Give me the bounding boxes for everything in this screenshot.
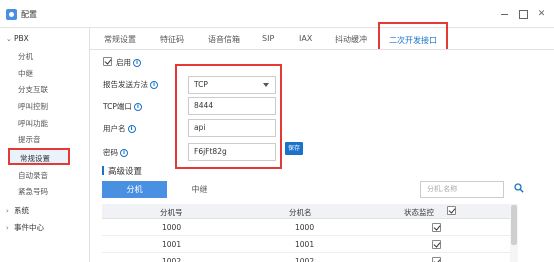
search-icon[interactable] <box>514 183 524 193</box>
password-row: 密码 i <box>103 147 128 158</box>
port-row: TCP端口 i <box>103 101 142 112</box>
password-label: 密码 <box>103 148 118 157</box>
tab-general[interactable]: 常规设置 <box>104 34 136 45</box>
sidebar-group-label: PBX <box>14 34 29 43</box>
username-label: 用户名 <box>103 124 126 133</box>
info-icon[interactable]: i <box>150 81 158 89</box>
tab-voicemail[interactable]: 语音信箱 <box>208 34 240 45</box>
tab-jitter-buffer[interactable]: 抖动缓冲 <box>335 34 367 45</box>
sidebar-item-call-control[interactable]: 呼叫控制 <box>18 101 48 112</box>
tab-sip[interactable]: SIP <box>262 34 274 43</box>
minimize-button[interactable] <box>498 8 511 20</box>
sidebar-item-general-settings[interactable]: 常规设置 <box>8 148 70 165</box>
column-header-ext: 分机号 <box>160 208 183 217</box>
row-ext: 1001 <box>162 240 182 249</box>
subtab-extension[interactable]: 分机 <box>102 181 167 198</box>
sidebar-item-branch[interactable]: 分支互联 <box>18 84 48 95</box>
chevron-right-icon: › <box>6 224 9 232</box>
info-icon[interactable]: i <box>133 103 142 111</box>
sidebar-item-prompts[interactable]: 提示音 <box>18 134 41 145</box>
api-settings-panel: 启用 i 报告发送方法 i TCP TCP端口 i 8444 用户名 i api 密码 i… <box>90 50 554 262</box>
save-button[interactable]: 保存 <box>285 142 303 155</box>
sidebar-group-pbx[interactable]: ⌄ PBX <box>6 34 29 43</box>
close-button[interactable]: ✕ <box>535 8 548 20</box>
method-row: 报告发送方法 i <box>103 79 158 90</box>
sidebar-group-label: 系统 <box>14 206 29 215</box>
maximize-button[interactable] <box>516 8 529 20</box>
sidebar-item-emergency[interactable]: 紧急号码 <box>18 186 48 197</box>
row-ext: 1002 <box>162 257 182 262</box>
chevron-right-icon: › <box>6 207 9 215</box>
row-name: 1001 <box>295 240 315 249</box>
sidebar-group-system[interactable]: › 系统 <box>6 205 29 216</box>
advanced-settings-title: 高级设置 <box>102 165 142 177</box>
tab-feature-codes[interactable]: 特征码 <box>160 34 184 45</box>
sidebar: ⌄ PBX 分机 中继 分支互联 呼叫控制 呼叫功能 提示音 常规设置 自动录音 … <box>0 28 90 262</box>
sidebar-item-trunk[interactable]: 中继 <box>18 68 33 79</box>
method-label: 报告发送方法 <box>103 80 148 89</box>
subtab-trunk[interactable]: 中继 <box>167 181 232 198</box>
scrollbar-thumb[interactable] <box>511 205 517 245</box>
table-scrollbar[interactable] <box>510 204 518 262</box>
table-row: 1002 1002 <box>102 253 510 262</box>
table-row: 1000 1000 <box>102 219 510 236</box>
window-title: 配置 <box>21 10 37 19</box>
title-bar: 配置 ✕ <box>0 0 554 28</box>
search-input[interactable]: 分机,名称 <box>420 181 504 198</box>
enable-checkbox[interactable] <box>103 57 112 66</box>
table-row: 1001 1001 <box>102 236 510 253</box>
chevron-down-icon: ⌄ <box>6 35 12 43</box>
enable-label: 启用 <box>116 58 131 67</box>
sidebar-group-label: 事件中心 <box>14 223 44 232</box>
row-monitor-checkbox[interactable] <box>432 257 441 262</box>
column-header-name: 分机名 <box>289 208 312 217</box>
column-header-monitor: 状态监控 <box>404 208 434 217</box>
row-monitor-checkbox[interactable] <box>432 240 441 249</box>
row-name: 1000 <box>295 223 315 232</box>
row-name: 1002 <box>295 257 315 262</box>
info-icon[interactable]: i <box>127 125 136 133</box>
port-label: TCP端口 <box>103 102 132 111</box>
username-row: 用户名 i <box>103 123 136 134</box>
tab-iax[interactable]: IAX <box>299 34 312 43</box>
monitor-all-checkbox[interactable] <box>447 206 456 215</box>
app-gear-icon <box>6 9 17 20</box>
table-header: 分机号 分机名 状态监控 <box>102 204 510 219</box>
sidebar-item-auto-record[interactable]: 自动录音 <box>18 170 48 181</box>
form-highlight-box <box>175 64 282 169</box>
sidebar-item-call-features[interactable]: 呼叫功能 <box>18 118 48 129</box>
sidebar-item-extension[interactable]: 分机 <box>18 51 33 62</box>
info-icon[interactable]: i <box>133 59 141 67</box>
sidebar-group-event-center[interactable]: › 事件中心 <box>6 222 44 233</box>
info-icon[interactable]: i <box>120 149 128 157</box>
enable-row: 启用 i <box>116 57 141 68</box>
row-monitor-checkbox[interactable] <box>432 223 441 232</box>
settings-tabs: 常规设置 特征码 语音信箱 SIP IAX 抖动缓冲 二次开发接口 <box>90 22 554 53</box>
row-ext: 1000 <box>162 223 182 232</box>
